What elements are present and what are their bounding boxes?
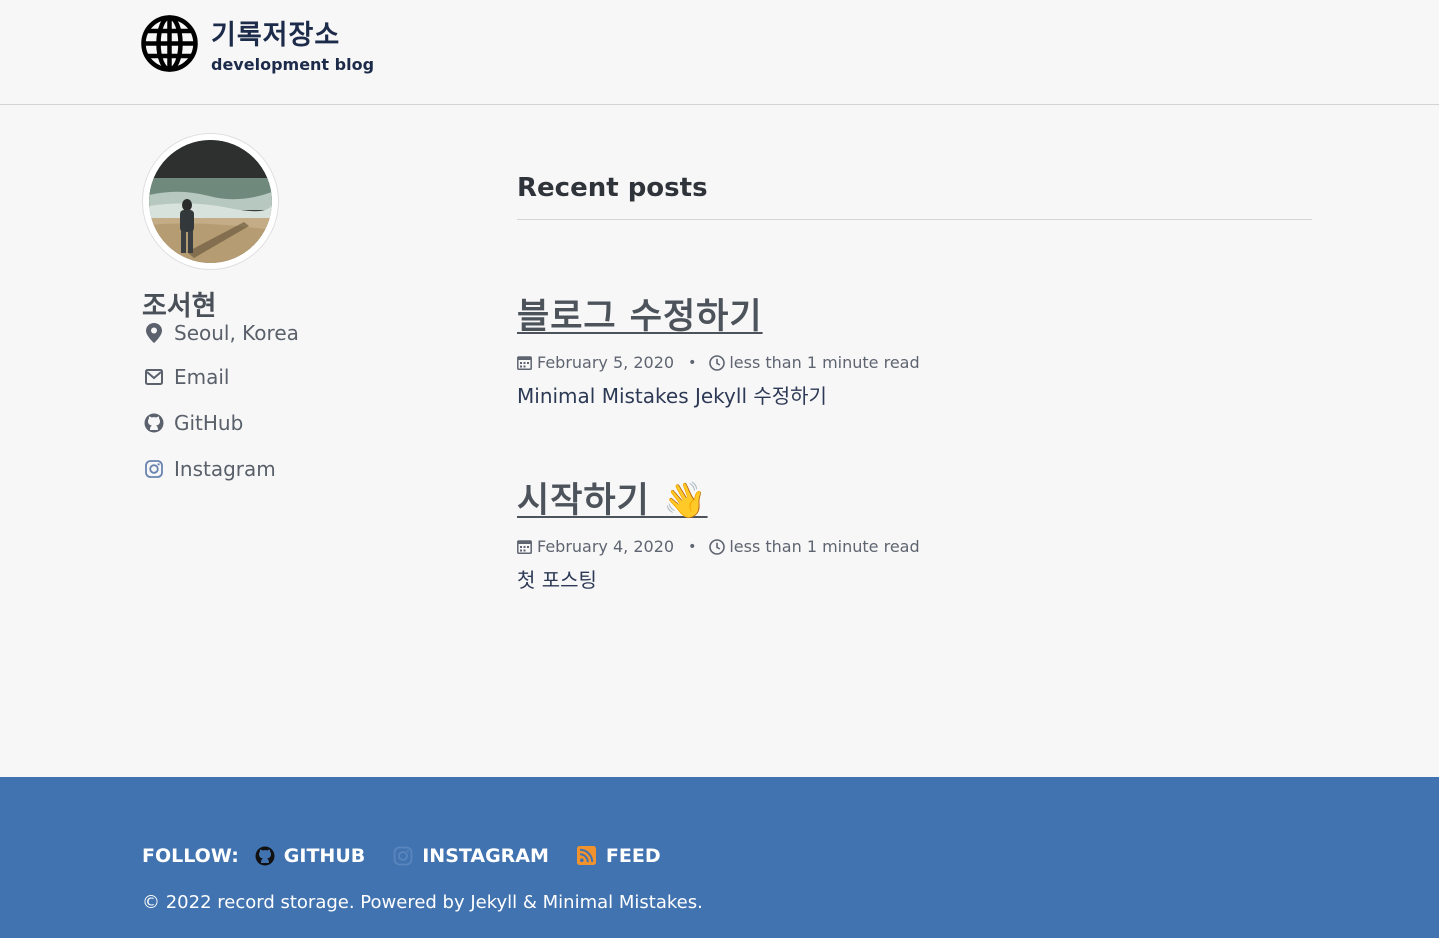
- footer-link-label: INSTAGRAM: [422, 845, 549, 867]
- page-footer: FOLLOW: GITHUB INSTAGRAM FEED © 2022 rec…: [0, 777, 1439, 938]
- author-location-text: Seoul, Korea: [174, 321, 299, 345]
- author-link-label: Instagram: [174, 457, 276, 481]
- post-item: 시작하기 👋 February 4, 2020 • less than 1 mi…: [517, 472, 1312, 593]
- author-link-label: GitHub: [174, 411, 244, 435]
- calendar-icon: [517, 539, 533, 555]
- author-email-link[interactable]: Email: [144, 362, 230, 392]
- post-title-link[interactable]: 블로그 수정하기: [517, 288, 763, 339]
- clock-icon: [709, 354, 726, 371]
- github-icon: [144, 413, 164, 433]
- masthead: 기록저장소 development blog: [0, 0, 1439, 105]
- footer-feed-link[interactable]: FEED: [576, 845, 661, 867]
- author-instagram-link[interactable]: Instagram: [144, 454, 276, 484]
- post-read-time: less than 1 minute read: [729, 537, 920, 556]
- envelope-icon: [144, 367, 164, 387]
- rss-feed-icon: [576, 846, 597, 866]
- post-title-link[interactable]: 시작하기 👋: [517, 472, 708, 523]
- footer-instagram-link[interactable]: INSTAGRAM: [393, 845, 549, 867]
- site-title[interactable]: 기록저장소: [211, 13, 340, 52]
- avatar: [142, 133, 279, 270]
- post-meta: February 4, 2020 • less than 1 minute re…: [517, 537, 1312, 556]
- post-date: February 5, 2020: [537, 353, 675, 372]
- footer-link-label: GITHUB: [283, 845, 366, 867]
- page-title: Recent posts: [517, 173, 708, 203]
- avatar-photo: [149, 140, 272, 263]
- post-read-time: less than 1 minute read: [729, 353, 920, 372]
- meta-separator: •: [688, 538, 697, 555]
- post-excerpt: 첫 포스팅: [517, 568, 597, 592]
- post-meta: February 5, 2020 • less than 1 minute re…: [517, 353, 1312, 372]
- post-date: February 4, 2020: [537, 537, 675, 556]
- author-location: Seoul, Korea: [144, 318, 299, 348]
- clock-icon: [709, 538, 726, 555]
- post-item: 블로그 수정하기 February 5, 2020 • less than 1 …: [517, 288, 1312, 409]
- globe-icon[interactable]: [141, 15, 198, 72]
- author-github-link[interactable]: GitHub: [144, 408, 243, 438]
- footer-follow: FOLLOW: GITHUB INSTAGRAM FEED: [142, 845, 689, 867]
- instagram-icon: [393, 846, 413, 866]
- follow-label: FOLLOW:: [142, 845, 239, 867]
- meta-separator: •: [688, 354, 697, 371]
- divider: [517, 219, 1312, 220]
- github-icon: [255, 846, 275, 866]
- calendar-icon: [517, 355, 533, 371]
- footer-github-link[interactable]: GITHUB: [255, 845, 365, 867]
- post-excerpt: Minimal Mistakes Jekyll 수정하기: [517, 384, 827, 408]
- footer-link-label: FEED: [605, 845, 661, 867]
- instagram-icon: [144, 459, 164, 479]
- author-link-label: Email: [174, 365, 230, 389]
- copyright: © 2022 record storage. Powered by Jekyll…: [142, 892, 703, 913]
- map-marker-icon: [144, 323, 164, 343]
- site-subtitle: development blog: [211, 55, 375, 74]
